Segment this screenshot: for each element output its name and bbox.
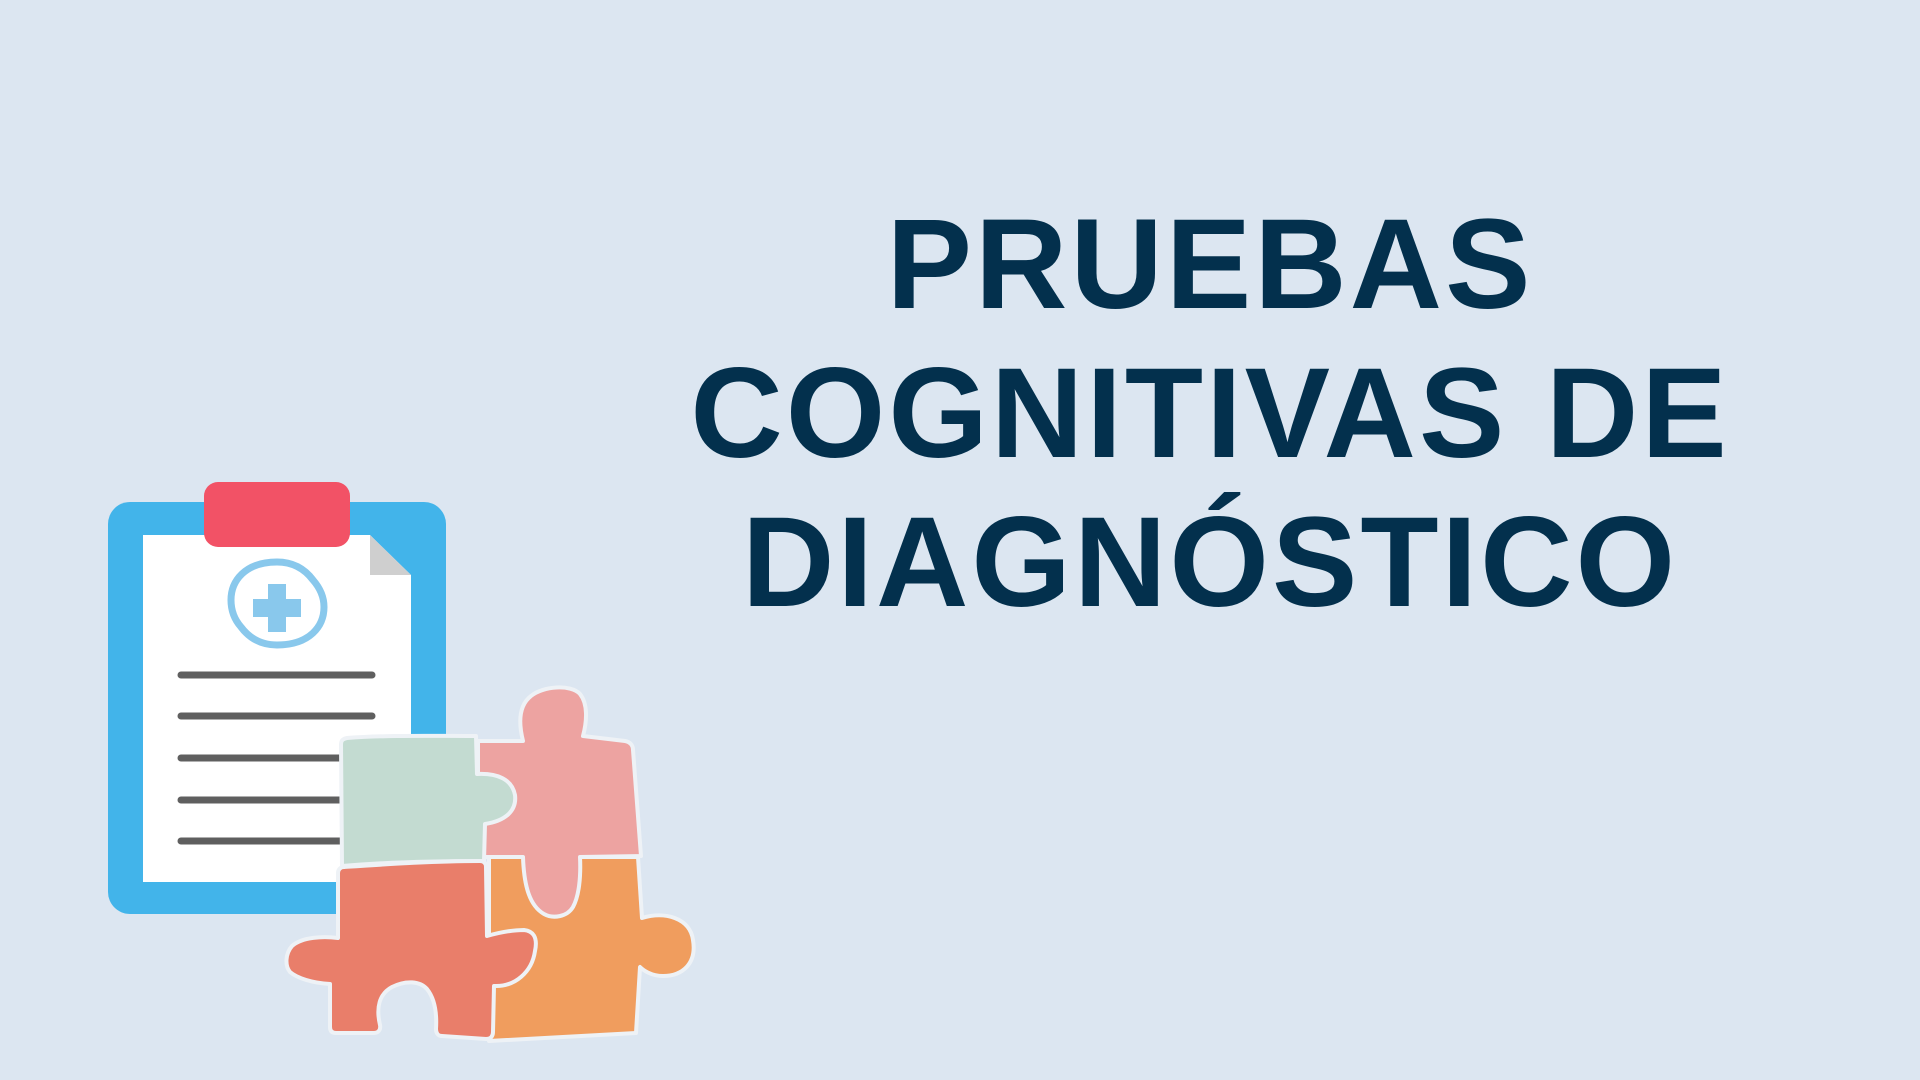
puzzle-pieces-icon [284, 685, 696, 1043]
clipboard-clip [204, 482, 350, 547]
diagnosis-illustration [108, 482, 696, 1043]
slide-canvas: PRUEBAS COGNITIVAS DE DIAGNÓSTICO [0, 0, 1920, 1080]
cross-horizontal [253, 599, 301, 617]
